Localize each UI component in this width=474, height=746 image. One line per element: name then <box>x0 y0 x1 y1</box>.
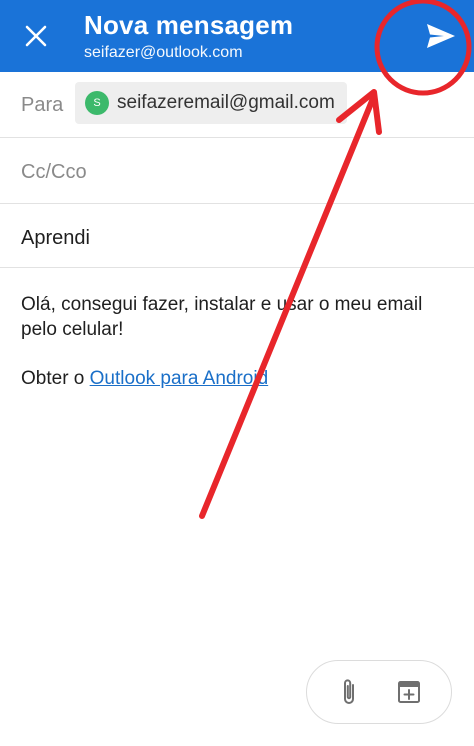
outlook-android-link[interactable]: Outlook para Android <box>90 368 269 389</box>
signature-prefix: Obter o <box>21 368 90 389</box>
send-button[interactable] <box>418 14 464 58</box>
add-event-button[interactable] <box>387 670 431 714</box>
page-title: Nova mensagem <box>84 10 294 40</box>
paperclip-icon <box>344 679 354 704</box>
message-body[interactable]: Olá, consegui fazer, instalar e usar o m… <box>21 292 451 391</box>
signature: Obter o Outlook para Android <box>21 366 451 391</box>
cc-input[interactable] <box>21 158 451 186</box>
recipient-avatar: S <box>85 91 109 115</box>
header-titles: Nova mensagem seifazer@outlook.com <box>84 10 293 64</box>
close-icon <box>25 25 47 47</box>
recipient-chip[interactable]: S seifazeremail@gmail.com <box>75 82 347 124</box>
calendar-add-icon <box>398 681 420 703</box>
subject-row <box>0 204 474 268</box>
attach-button[interactable] <box>327 670 371 714</box>
recipient-email: seifazeremail@gmail.com <box>117 92 335 113</box>
subject-input[interactable] <box>21 224 451 252</box>
to-label: Para <box>21 94 64 116</box>
body-text: Olá, consegui fazer, instalar e usar o m… <box>21 294 423 340</box>
cc-row <box>0 138 474 204</box>
account-email: seifazer@outlook.com <box>84 44 243 61</box>
compose-toolbar <box>306 660 452 724</box>
send-icon <box>427 24 455 48</box>
to-row: Para S seifazeremail@gmail.com <box>0 72 474 138</box>
close-button[interactable] <box>14 14 58 58</box>
app-bar: Nova mensagem seifazer@outlook.com <box>0 0 474 72</box>
